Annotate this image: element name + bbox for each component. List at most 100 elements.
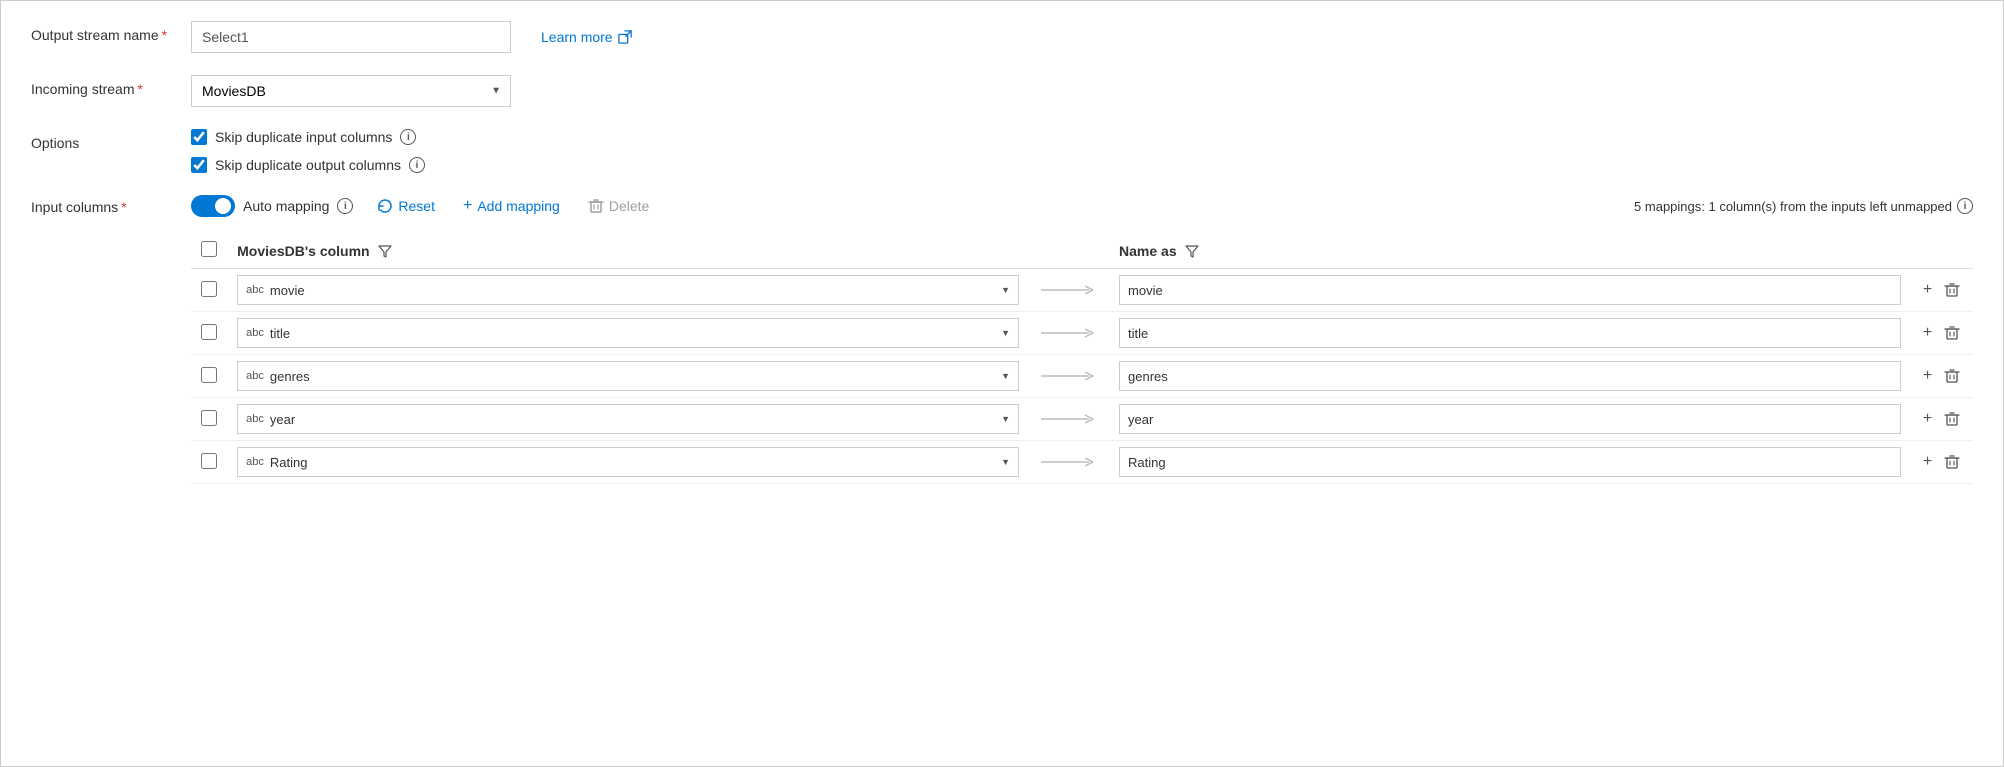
skip-output-info-icon[interactable]: i bbox=[409, 157, 425, 173]
name-as-input-4[interactable] bbox=[1119, 447, 1901, 477]
row-checkbox-3[interactable] bbox=[201, 410, 217, 426]
arrow-svg-4 bbox=[1039, 454, 1099, 470]
table-row: abc title + bbox=[191, 312, 1973, 355]
source-select-wrapper-3: abc year bbox=[237, 404, 1019, 434]
source-select-3[interactable]: year bbox=[270, 412, 995, 427]
col-type-badge-0: abc bbox=[246, 284, 264, 296]
add-row-btn-1[interactable]: + bbox=[1921, 322, 1934, 344]
actions-cell-4: + bbox=[1911, 441, 1973, 484]
arrow-svg-2 bbox=[1039, 368, 1099, 384]
row-delete-icon-1 bbox=[1944, 325, 1960, 341]
row-actions-2: + bbox=[1921, 365, 1963, 387]
arrow-svg-1 bbox=[1039, 325, 1099, 341]
options-label: Options bbox=[31, 129, 191, 151]
row-actions-3: + bbox=[1921, 408, 1963, 430]
incoming-stream-select[interactable]: MoviesDB bbox=[191, 75, 511, 107]
table-header-row: MoviesDB's column Name as bbox=[191, 233, 1973, 269]
col-type-badge-3: abc bbox=[246, 413, 264, 425]
actions-cell-2: + bbox=[1911, 355, 1973, 398]
mappings-info: 5 mappings: 1 column(s) from the inputs … bbox=[1634, 198, 1973, 214]
add-row-btn-3[interactable]: + bbox=[1921, 408, 1934, 430]
page-container: Output stream name* Learn more Incoming … bbox=[1, 1, 2003, 526]
skip-duplicate-input-row: Skip duplicate input columns i bbox=[191, 129, 425, 145]
table-row: abc year + bbox=[191, 398, 1973, 441]
header-checkbox-col bbox=[191, 233, 227, 269]
target-filter-icon[interactable] bbox=[1185, 244, 1199, 258]
source-filter-icon[interactable] bbox=[378, 244, 392, 258]
table-row: abc Rating + bbox=[191, 441, 1973, 484]
delete-icon bbox=[588, 198, 604, 214]
name-as-input-2[interactable] bbox=[1119, 361, 1901, 391]
incoming-stream-wrapper: MoviesDB bbox=[191, 75, 511, 107]
row-checkbox-1[interactable] bbox=[201, 324, 217, 340]
row-checkbox-4[interactable] bbox=[201, 453, 217, 469]
source-cell-3: abc year bbox=[227, 398, 1029, 441]
add-icon: + bbox=[463, 197, 472, 215]
options-section: Skip duplicate input columns i Skip dupl… bbox=[191, 129, 425, 173]
source-select-1[interactable]: title bbox=[270, 326, 995, 341]
skip-input-info-icon[interactable]: i bbox=[400, 129, 416, 145]
incoming-stream-row: Incoming stream* MoviesDB bbox=[31, 75, 1973, 107]
name-as-input-1[interactable] bbox=[1119, 318, 1901, 348]
arrow-cell-2 bbox=[1029, 355, 1109, 398]
arrow-line-2 bbox=[1039, 368, 1099, 384]
external-link-icon bbox=[618, 30, 632, 44]
input-columns-label: Input columns* bbox=[31, 195, 191, 215]
row-checkbox-cell-0 bbox=[191, 269, 227, 312]
delete-row-btn-4[interactable] bbox=[1942, 452, 1962, 472]
add-row-btn-0[interactable]: + bbox=[1921, 279, 1934, 301]
skip-duplicate-output-checkbox[interactable] bbox=[191, 157, 207, 173]
required-star: * bbox=[162, 27, 167, 43]
name-as-input-3[interactable] bbox=[1119, 404, 1901, 434]
row-checkbox-cell-3 bbox=[191, 398, 227, 441]
skip-duplicate-output-label: Skip duplicate output columns bbox=[215, 157, 401, 173]
input-columns-row: Input columns* Auto mapping i bbox=[31, 195, 1973, 484]
row-checkbox-0[interactable] bbox=[201, 281, 217, 297]
source-cell-0: abc movie bbox=[227, 269, 1029, 312]
delete-row-btn-1[interactable] bbox=[1942, 323, 1962, 343]
arrow-col-header bbox=[1029, 233, 1109, 269]
reset-button[interactable]: Reset bbox=[373, 196, 439, 216]
learn-more-link[interactable]: Learn more bbox=[541, 29, 632, 45]
arrow-cell-1 bbox=[1029, 312, 1109, 355]
options-row: Options Skip duplicate input columns i S… bbox=[31, 129, 1973, 173]
add-row-btn-4[interactable]: + bbox=[1921, 451, 1934, 473]
required-star-3: * bbox=[121, 199, 126, 215]
reset-icon bbox=[377, 198, 393, 214]
mappings-info-icon[interactable]: i bbox=[1957, 198, 1973, 214]
row-actions-4: + bbox=[1921, 451, 1963, 473]
add-mapping-button[interactable]: + Add mapping bbox=[459, 195, 564, 217]
source-select-4[interactable]: Rating bbox=[270, 455, 995, 470]
name-as-input-0[interactable] bbox=[1119, 275, 1901, 305]
delete-row-btn-2[interactable] bbox=[1942, 366, 1962, 386]
output-stream-input[interactable] bbox=[191, 21, 511, 53]
skip-duplicate-input-checkbox[interactable] bbox=[191, 129, 207, 145]
actions-cell-3: + bbox=[1911, 398, 1973, 441]
arrow-line-3 bbox=[1039, 411, 1099, 427]
source-select-2[interactable]: genres bbox=[270, 369, 995, 384]
table-row: abc movie + bbox=[191, 269, 1973, 312]
auto-mapping-label: Auto mapping bbox=[243, 198, 329, 214]
auto-mapping-toggle[interactable] bbox=[191, 195, 235, 217]
auto-mapping-group: Auto mapping i bbox=[191, 195, 353, 217]
header-checkbox[interactable] bbox=[201, 241, 217, 257]
col-type-badge-1: abc bbox=[246, 327, 264, 339]
row-delete-icon-0 bbox=[1944, 282, 1960, 298]
target-cell-0 bbox=[1109, 269, 1911, 312]
delete-button[interactable]: Delete bbox=[584, 196, 653, 216]
table-row: abc genres + bbox=[191, 355, 1973, 398]
output-stream-content: Learn more bbox=[191, 21, 632, 53]
delete-row-btn-0[interactable] bbox=[1942, 280, 1962, 300]
arrow-svg-3 bbox=[1039, 411, 1099, 427]
source-cell-1: abc title bbox=[227, 312, 1029, 355]
source-cell-2: abc genres bbox=[227, 355, 1029, 398]
output-stream-label: Output stream name* bbox=[31, 21, 191, 43]
auto-mapping-info-icon[interactable]: i bbox=[337, 198, 353, 214]
actions-cell-1: + bbox=[1911, 312, 1973, 355]
row-checkbox-2[interactable] bbox=[201, 367, 217, 383]
source-select-0[interactable]: movie bbox=[270, 283, 995, 298]
mapping-toolbar: Auto mapping i Reset + Add mapping bbox=[191, 195, 1973, 217]
add-row-btn-2[interactable]: + bbox=[1921, 365, 1934, 387]
incoming-stream-content: MoviesDB bbox=[191, 75, 511, 107]
delete-row-btn-3[interactable] bbox=[1942, 409, 1962, 429]
